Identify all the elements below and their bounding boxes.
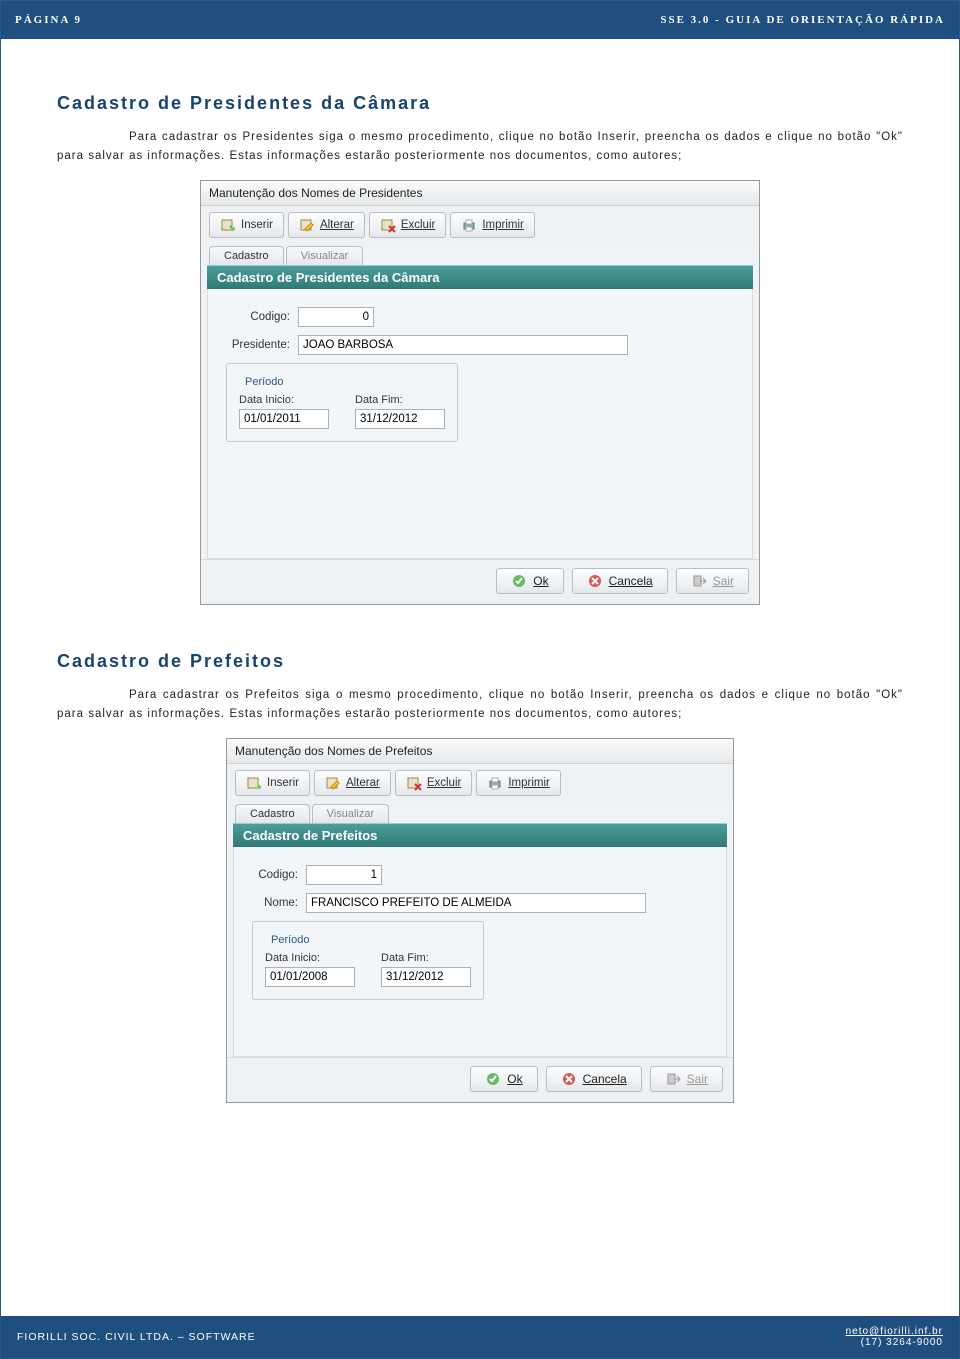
- print-label: Imprimir: [508, 777, 550, 789]
- section2-title: Cadastro de Prefeitos: [57, 651, 903, 672]
- cancel-button[interactable]: Cancela: [572, 568, 668, 594]
- delete-label: Excluir: [401, 219, 436, 231]
- exit-button[interactable]: Sair: [676, 568, 749, 594]
- nome-label: Nome:: [252, 897, 298, 909]
- insert-icon: [246, 775, 262, 791]
- exit-label: Sair: [713, 574, 734, 588]
- win1-form: Codigo: Presidente: Período Data Inicio:: [207, 289, 753, 559]
- nome-input[interactable]: [306, 893, 646, 913]
- alter-label: Alterar: [346, 777, 380, 789]
- exit-label: Sair: [687, 1072, 708, 1086]
- delete-label: Excluir: [427, 777, 462, 789]
- win2-buttons: Ok Cancela Sair: [227, 1057, 733, 1102]
- edit-icon: [299, 217, 315, 233]
- document-page: PÁGINA 9 SSE 3.0 - GUIA DE ORIENTAÇÃO RÁ…: [0, 0, 960, 1359]
- periodo-legend: Período: [267, 934, 314, 946]
- codigo-input[interactable]: [298, 307, 374, 327]
- page-header: PÁGINA 9 SSE 3.0 - GUIA DE ORIENTAÇÃO RÁ…: [1, 1, 959, 39]
- cancel-icon: [587, 573, 603, 589]
- delete-icon: [380, 217, 396, 233]
- inicio-label: Data Inicio:: [265, 952, 355, 964]
- win2-banner: Cadastro de Prefeitos: [233, 823, 727, 847]
- insert-button[interactable]: Inserir: [209, 212, 284, 238]
- content-area: Cadastro de Presidentes da Câmara Para c…: [1, 39, 959, 1159]
- ok-button[interactable]: Ok: [496, 568, 563, 594]
- section1-para: Para cadastrar os Presidentes siga o mes…: [57, 128, 903, 166]
- edit-icon: [325, 775, 341, 791]
- fim-input[interactable]: [355, 409, 445, 429]
- fim-label: Data Fim:: [355, 394, 445, 406]
- cancel-button[interactable]: Cancela: [546, 1066, 642, 1092]
- footer-company: FIORILLI SOC. CIVIL LTDA. – SOFTWARE: [17, 1331, 846, 1343]
- print-icon: [487, 775, 503, 791]
- insert-button[interactable]: Inserir: [235, 770, 310, 796]
- insert-label: Inserir: [267, 777, 299, 789]
- section2-para: Para cadastrar os Prefeitos siga o mesmo…: [57, 686, 903, 724]
- fim-label: Data Fim:: [381, 952, 471, 964]
- insert-icon: [220, 217, 236, 233]
- delete-button[interactable]: Excluir: [369, 212, 447, 238]
- win1-title: Manutenção dos Nomes de Presidentes: [201, 181, 759, 206]
- win1-banner: Cadastro de Presidentes da Câmara: [207, 265, 753, 289]
- section1-title: Cadastro de Presidentes da Câmara: [57, 93, 903, 114]
- tab-cadastro[interactable]: Cadastro: [235, 804, 310, 823]
- check-icon: [511, 573, 527, 589]
- exit-icon: [691, 573, 707, 589]
- win2-tabs: Cadastro Visualizar: [227, 804, 733, 823]
- page-footer: FIORILLI SOC. CIVIL LTDA. – SOFTWARE net…: [1, 1316, 959, 1358]
- print-button[interactable]: Imprimir: [476, 770, 561, 796]
- periodo-fieldset: Período Data Inicio: Data Fim:: [226, 363, 458, 442]
- inicio-label: Data Inicio:: [239, 394, 329, 406]
- tab-cadastro[interactable]: Cadastro: [209, 246, 284, 265]
- cancel-label: Cancela: [609, 574, 653, 588]
- doc-title: SSE 3.0 - GUIA DE ORIENTAÇÃO RÁPIDA: [660, 14, 945, 26]
- periodo-fieldset: Período Data Inicio: Data Fim:: [252, 921, 484, 1000]
- alter-label: Alterar: [320, 219, 354, 231]
- win-prefeitos: Manutenção dos Nomes de Prefeitos Inseri…: [226, 738, 734, 1103]
- win2-form: Codigo: Nome: Período Data Inicio:: [233, 847, 727, 1057]
- print-label: Imprimir: [482, 219, 524, 231]
- codigo-input[interactable]: [306, 865, 382, 885]
- periodo-legend: Período: [241, 376, 288, 388]
- ok-label: Ok: [533, 574, 548, 588]
- tab-visualizar[interactable]: Visualizar: [286, 246, 364, 265]
- tab-visualizar[interactable]: Visualizar: [312, 804, 390, 823]
- presidente-label: Presidente:: [226, 339, 290, 351]
- ok-button[interactable]: Ok: [470, 1066, 537, 1092]
- win1-toolbar: Inserir Alterar Excluir: [201, 206, 759, 248]
- page-number: PÁGINA 9: [15, 14, 660, 26]
- fim-input[interactable]: [381, 967, 471, 987]
- delete-icon: [406, 775, 422, 791]
- footer-contact: neto@fiorilli.inf.br (17) 3264-9000: [846, 1326, 943, 1348]
- inicio-input[interactable]: [239, 409, 329, 429]
- win2-toolbar: Inserir Alterar Excluir Imprimir: [227, 764, 733, 806]
- win1-buttons: Ok Cancela Sair: [201, 559, 759, 604]
- exit-icon: [665, 1071, 681, 1087]
- ok-label: Ok: [507, 1072, 522, 1086]
- cancel-icon: [561, 1071, 577, 1087]
- win1-tabs: Cadastro Visualizar: [201, 246, 759, 265]
- inicio-input[interactable]: [265, 967, 355, 987]
- delete-button[interactable]: Excluir: [395, 770, 473, 796]
- exit-button[interactable]: Sair: [650, 1066, 723, 1092]
- print-button[interactable]: Imprimir: [450, 212, 535, 238]
- footer-phone: (17) 3264-9000: [846, 1337, 943, 1348]
- insert-label: Inserir: [241, 219, 273, 231]
- footer-email: neto@fiorilli.inf.br: [846, 1326, 943, 1337]
- check-icon: [485, 1071, 501, 1087]
- codigo-label: Codigo:: [252, 869, 298, 881]
- codigo-label: Codigo:: [226, 311, 290, 323]
- alter-button[interactable]: Alterar: [314, 770, 391, 796]
- print-icon: [461, 217, 477, 233]
- presidente-input[interactable]: [298, 335, 628, 355]
- win2-title: Manutenção dos Nomes de Prefeitos: [227, 739, 733, 764]
- win-presidentes: Manutenção dos Nomes de Presidentes Inse…: [200, 180, 760, 605]
- cancel-label: Cancela: [583, 1072, 627, 1086]
- alter-button[interactable]: Alterar: [288, 212, 365, 238]
